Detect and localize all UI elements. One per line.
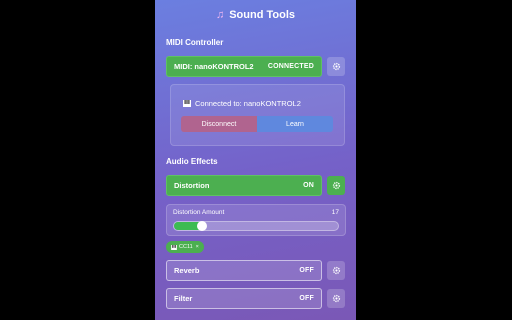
cc-label: CC11 [179,244,193,250]
midi-actions: Disconnect Learn [181,116,333,132]
disconnect-button[interactable]: Disconnect [181,116,257,132]
distortion-state: ON [303,182,314,189]
cc-mapping-badge[interactable]: CC11 × [166,241,204,253]
effects-section-heading: Audio Effects [166,157,218,166]
distortion-amount-slider[interactable] [173,221,339,231]
distortion-amount-value: 17 [331,209,339,216]
panel-title: ♫ Sound Tools [155,9,356,21]
gear-icon [332,294,340,303]
midi-controller-label: MIDI: nanoKONTROL2 [174,62,254,71]
slider-thumb[interactable] [196,221,207,231]
gear-icon [332,62,340,71]
midi-section-heading: MIDI Controller [166,38,224,47]
gear-icon [332,266,340,275]
reverb-label: Reverb [174,266,200,275]
learn-button[interactable]: Learn [257,116,333,132]
filter-state: OFF [299,295,314,302]
reverb-state: OFF [299,267,314,274]
connection-text: Connected to: nanoKONTROL2 [195,99,301,108]
filter-label: Filter [174,294,193,303]
reverb-settings-button[interactable] [327,261,345,280]
filter-settings-button[interactable] [327,289,345,308]
connection-status: Connected to: nanoKONTROL2 [183,99,301,108]
panel-title-text: Sound Tools [229,9,296,21]
midi-controller-button[interactable]: MIDI: nanoKONTROL2 CONNECTED [166,56,322,77]
remove-mapping-icon[interactable]: × [196,244,199,250]
distortion-toggle[interactable]: Distortion ON [166,175,322,196]
gear-icon [332,181,340,190]
midi-connection-card: Connected to: nanoKONTROL2 Disconnect Le… [170,84,345,146]
music-note-icon: ♫ [215,9,225,21]
midi-settings-button[interactable] [327,57,345,76]
distortion-amount-card: Distortion Amount 17 [166,204,346,236]
reverb-toggle[interactable]: Reverb OFF [166,260,322,281]
distortion-label: Distortion [174,181,210,190]
distortion-settings-button[interactable] [327,176,345,195]
sound-tools-panel: ♫ Sound Tools MIDI Controller MIDI: nanoK… [155,0,356,320]
piano-icon [183,100,191,107]
midi-status-badge: CONNECTED [267,63,314,70]
piano-icon [171,244,177,250]
distortion-amount-label: Distortion Amount [173,209,225,216]
filter-toggle[interactable]: Filter OFF [166,288,322,309]
